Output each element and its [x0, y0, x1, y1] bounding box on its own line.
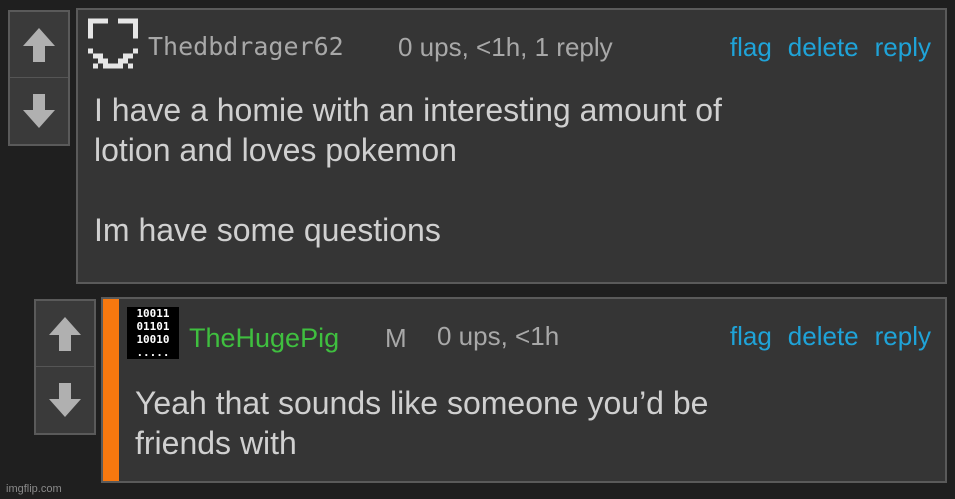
comment-username[interactable]: TheHugePig	[189, 323, 339, 354]
comment-meta: 0 ups, <1h	[437, 321, 560, 351]
comment-1: Thedbdrager62 0 ups, <1h, 1 reply flag d…	[76, 8, 947, 284]
reply-link[interactable]: reply	[875, 32, 931, 63]
comment-actions: flag delete reply	[730, 32, 931, 63]
flag-link[interactable]: flag	[730, 32, 772, 63]
upvote-button[interactable]	[10, 12, 68, 78]
reply-accent-bar	[103, 299, 119, 481]
comment-body: I have a homie with an interesting amoun…	[94, 92, 722, 248]
comment-meta: 0 ups, <1h, 1 reply	[398, 32, 613, 62]
downvote-button[interactable]	[10, 78, 68, 144]
comment-2: 10011 01101 10010 ..... TheHugePig M 0 u…	[101, 297, 947, 483]
downvote-button[interactable]	[36, 367, 94, 433]
reply-link[interactable]: reply	[875, 321, 931, 352]
vote-column-2	[34, 299, 96, 435]
upvote-button[interactable]	[36, 301, 94, 367]
pixel-face-icon	[88, 18, 138, 69]
arrow-down-icon	[49, 383, 81, 417]
watermark: imgflip.com	[6, 483, 62, 495]
vote-column-1	[8, 10, 70, 146]
mod-badge: M	[385, 323, 407, 353]
arrow-up-icon	[23, 27, 55, 62]
delete-link[interactable]: delete	[788, 32, 859, 63]
comment-actions: flag delete reply	[730, 321, 931, 352]
arrow-down-icon	[23, 94, 55, 128]
comment-body: Yeah that sounds like someone you’d be f…	[135, 385, 709, 461]
arrow-up-icon	[49, 316, 81, 351]
delete-link[interactable]: delete	[788, 321, 859, 352]
binary-code-icon: 10011 01101 10010 .....	[127, 307, 179, 359]
flag-link[interactable]: flag	[730, 321, 772, 352]
comment-username[interactable]: Thedbdrager62	[148, 32, 344, 61]
